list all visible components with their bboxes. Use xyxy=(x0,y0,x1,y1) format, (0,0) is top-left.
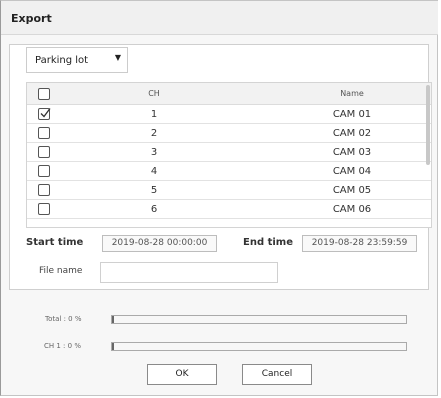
cancel-button[interactable]: Cancel xyxy=(242,364,312,385)
select-all-checkbox[interactable] xyxy=(38,88,50,100)
row-name: CAM 03 xyxy=(332,147,372,158)
table-row[interactable]: 4 CAM 04 xyxy=(27,162,431,181)
row-checkbox[interactable] xyxy=(38,203,50,215)
row-name: CAM 05 xyxy=(332,185,372,196)
channel-progress-label: CH 1 : 0 % xyxy=(44,342,81,350)
total-progress-label: Total : 0 % xyxy=(45,315,82,323)
column-header-ch: CH xyxy=(148,89,160,98)
row-ch: 3 xyxy=(150,147,158,158)
channel-progress-fill xyxy=(112,343,114,350)
row-ch: 4 xyxy=(150,166,158,177)
row-ch: 1 xyxy=(150,109,158,120)
table-row[interactable]: 1 CAM 01 xyxy=(27,105,431,124)
table-row[interactable]: 2 CAM 02 xyxy=(27,124,431,143)
checkmark-icon xyxy=(40,108,51,118)
row-checkbox[interactable] xyxy=(38,108,51,120)
end-time-label: End time xyxy=(243,237,293,248)
table-row[interactable]: 3 CAM 03 xyxy=(27,143,431,162)
row-name: CAM 02 xyxy=(332,128,372,139)
file-name-label: File name xyxy=(39,266,83,276)
dialog-titlebar: Export xyxy=(1,1,438,35)
start-time-field[interactable]: 2019-08-28 00:00:00 xyxy=(102,235,217,252)
row-name: CAM 04 xyxy=(332,166,372,177)
start-time-label: Start time xyxy=(26,237,84,248)
table-row[interactable]: 5 CAM 05 xyxy=(27,181,431,200)
table-header: CH Name xyxy=(27,83,431,105)
file-name-input[interactable] xyxy=(100,262,278,283)
row-checkbox[interactable] xyxy=(38,165,50,177)
ok-button[interactable]: OK xyxy=(147,364,217,385)
chevron-down-icon: ▼ xyxy=(114,53,121,62)
row-name: CAM 01 xyxy=(332,109,372,120)
row-checkbox[interactable] xyxy=(38,184,50,196)
row-ch: 2 xyxy=(150,128,158,139)
total-progress-fill xyxy=(112,316,114,323)
location-dropdown-value: Parking lot xyxy=(35,55,89,66)
table-scrollbar[interactable] xyxy=(426,85,430,165)
row-checkbox[interactable] xyxy=(38,127,50,139)
end-time-field[interactable]: 2019-08-28 23:59:59 xyxy=(302,235,417,252)
dialog-title: Export xyxy=(11,12,52,25)
table-row[interactable]: 6 CAM 06 xyxy=(27,200,431,219)
channel-table: CH Name 1 CAM 01 2 CAM 02 3 CAM 03 4 CAM… xyxy=(26,82,432,228)
row-checkbox[interactable] xyxy=(38,146,50,158)
channel-progress-bar xyxy=(111,342,407,351)
row-ch: 5 xyxy=(150,185,158,196)
total-progress-bar xyxy=(111,315,407,324)
column-header-name: Name xyxy=(340,89,364,98)
row-name: CAM 06 xyxy=(332,204,372,215)
row-ch: 6 xyxy=(150,204,158,215)
location-dropdown[interactable]: Parking lot ▼ xyxy=(26,47,128,73)
